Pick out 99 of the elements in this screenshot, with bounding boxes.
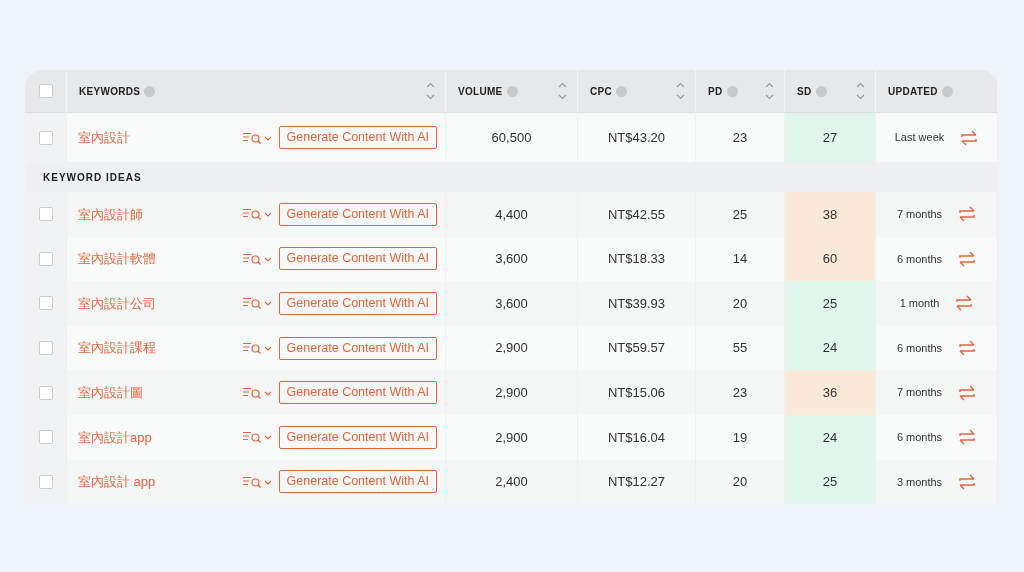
volume-value: 2,900	[495, 383, 528, 402]
keyword-link[interactable]: 室內設計	[78, 127, 243, 148]
sd-cell: 24	[785, 414, 876, 460]
swap-arrows-icon[interactable]	[958, 384, 977, 401]
sort-icon[interactable]	[558, 81, 567, 101]
generate-content-button[interactable]: Generate Content With AI	[278, 470, 437, 494]
volume-value: 3,600	[495, 294, 528, 313]
updated-time: 3 months	[896, 474, 943, 490]
pd-value: 25	[732, 205, 748, 224]
cpc-value: NT$39.93	[607, 294, 666, 313]
checkbox[interactable]	[38, 130, 53, 145]
search-list-icon[interactable]	[242, 297, 271, 310]
keyword-link[interactable]: 室內設計app	[78, 427, 243, 447]
updated-time: 6 months	[896, 251, 943, 267]
volume-value: 3,600	[495, 250, 528, 269]
updated-time: 7 months	[896, 385, 943, 401]
checkbox[interactable]	[38, 474, 53, 489]
search-list-icon[interactable]	[242, 131, 271, 144]
generate-content-button[interactable]: Generate Content With AI	[278, 126, 437, 149]
column-header: KEYWORDS	[79, 84, 141, 99]
cpc-value: NT$15.06	[607, 383, 666, 402]
generate-content-button[interactable]: Generate Content With AI	[278, 247, 437, 271]
sd-cell: 27	[785, 113, 876, 162]
generate-content-button[interactable]: Generate Content With AI	[278, 336, 437, 360]
updated-time: 6 months	[896, 340, 943, 356]
sd-cell: 25	[785, 459, 876, 505]
updated-time: 6 months	[896, 430, 943, 445]
keyword-link[interactable]: 室內設計公司	[78, 293, 243, 314]
pd-value: 19	[732, 428, 748, 447]
volume-value: 2,900	[495, 339, 528, 358]
cpc-value: NT$18.33	[607, 250, 666, 269]
help-icon[interactable]	[815, 85, 827, 97]
search-list-icon[interactable]	[242, 252, 271, 265]
updated-time: 1 month	[899, 296, 940, 312]
checkbox[interactable]	[38, 207, 53, 222]
generate-content-button[interactable]: Generate Content With AI	[278, 202, 437, 226]
keyword-link[interactable]: 室內設計課程	[78, 338, 243, 358]
pd-value: 55	[732, 339, 748, 358]
sort-icon[interactable]	[426, 81, 435, 101]
checkbox[interactable]	[38, 385, 53, 400]
cpc-value: NT$16.04	[607, 428, 666, 447]
sort-icon[interactable]	[856, 81, 865, 101]
cpc-value: NT$59.57	[607, 339, 666, 358]
generate-content-button[interactable]: Generate Content With AI	[278, 381, 437, 405]
checkbox[interactable]	[38, 430, 53, 445]
keyword-link[interactable]: 室內設計師	[78, 204, 243, 225]
checkbox[interactable]	[38, 84, 53, 98]
swap-arrows-icon[interactable]	[958, 250, 977, 267]
help-icon[interactable]	[506, 85, 518, 97]
column-header: CPC	[590, 84, 612, 99]
volume-value: 60,500	[491, 128, 532, 147]
search-list-icon[interactable]	[242, 342, 271, 355]
volume-value: 2,900	[495, 428, 528, 447]
cpc-value: NT$12.27	[607, 473, 666, 492]
swap-arrows-icon[interactable]	[958, 340, 977, 357]
pd-value: 20	[732, 473, 748, 492]
swap-arrows-icon[interactable]	[958, 429, 977, 446]
updated-time: 7 months	[896, 207, 943, 223]
keyword-link[interactable]: 室內設計 app	[78, 472, 243, 492]
checkbox[interactable]	[38, 341, 53, 356]
search-list-icon[interactable]	[242, 475, 271, 488]
column-header: VOLUME	[458, 84, 503, 99]
cpc-value: NT$43.20	[607, 128, 666, 147]
column-header: UPDATED	[888, 84, 938, 99]
help-icon[interactable]	[144, 85, 156, 97]
cpc-value: NT$42.55	[607, 205, 666, 224]
sort-icon[interactable]	[676, 81, 685, 101]
search-list-icon[interactable]	[242, 386, 271, 399]
volume-value: 4,400	[495, 205, 528, 224]
checkbox[interactable]	[38, 251, 53, 266]
help-icon[interactable]	[726, 85, 738, 97]
sort-icon[interactable]	[765, 81, 774, 101]
checkbox[interactable]	[38, 296, 53, 311]
generate-content-button[interactable]: Generate Content With AI	[278, 425, 437, 449]
help-icon[interactable]	[616, 85, 627, 97]
search-list-icon[interactable]	[242, 208, 271, 221]
pd-value: 23	[732, 128, 748, 147]
keyword-link[interactable]: 室內設計軟體	[78, 249, 243, 269]
swap-arrows-icon[interactable]	[958, 206, 977, 223]
sd-cell: 24	[785, 325, 876, 371]
sd-cell: 36	[785, 370, 876, 415]
column-header: SD	[797, 84, 812, 99]
pd-value: 14	[732, 250, 748, 269]
column-header: PD	[708, 84, 723, 99]
keyword-link[interactable]: 室內設計圖	[78, 382, 243, 403]
generate-content-button[interactable]: Generate Content With AI	[278, 292, 437, 315]
search-list-icon[interactable]	[242, 431, 271, 444]
section-title: KEYWORD IDEAS	[43, 170, 142, 185]
swap-arrows-icon[interactable]	[958, 473, 977, 490]
sd-cell: 60	[785, 236, 876, 282]
updated-time: Last week	[894, 130, 945, 146]
help-icon[interactable]	[941, 85, 953, 97]
pd-value: 23	[732, 383, 748, 402]
volume-value: 2,400	[495, 473, 528, 492]
sd-cell: 25	[785, 281, 876, 326]
sd-cell: 38	[785, 192, 876, 237]
pd-value: 20	[732, 294, 748, 313]
swap-arrows-icon[interactable]	[955, 295, 974, 312]
swap-arrows-icon[interactable]	[960, 129, 979, 146]
